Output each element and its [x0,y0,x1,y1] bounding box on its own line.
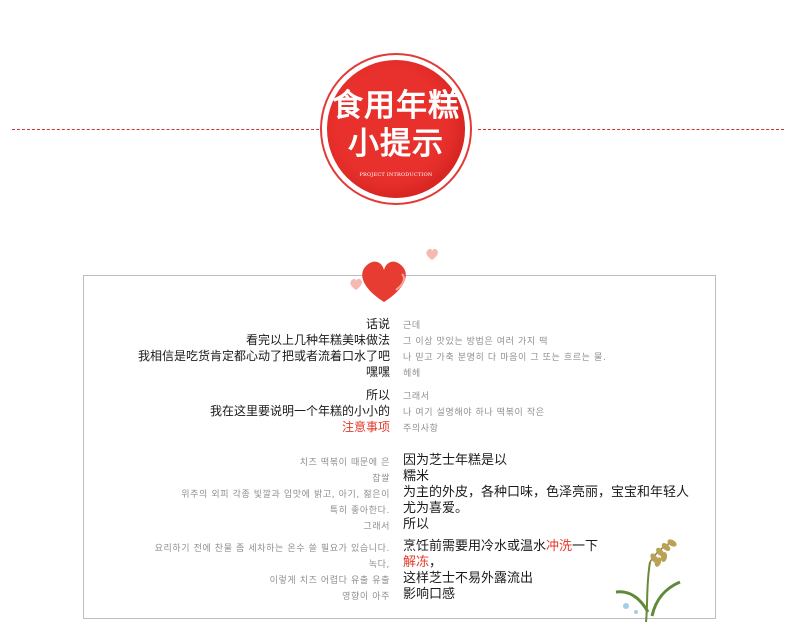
block4-cn-highlight-rinse: 冲洗 [546,539,573,554]
block3-ko-line2: 찹쌀 [372,474,390,484]
block3-ko-line1: 치즈 떡볶이 때문에 은 [299,458,390,468]
badge-title-line2: 小提示 [348,126,444,162]
block3-cn-line5: 所以 [403,517,430,532]
block3-ko-line4: 특히 좋아한다. [329,506,390,516]
block4-cn-line4: 影响口感 [403,587,456,602]
hearts-icon [350,248,438,302]
block3-ko-line5: 그래서 [363,522,390,532]
block1-cn-line1: 话说 [365,317,390,331]
block1-ko-line2: 그 이상 맛있는 방법은 여러 가지 떡 [403,337,549,347]
block4-cn-highlight-thaw: 解冻 [403,555,430,570]
block4-cn-line3: 这样芝士不易外露流出 [403,571,534,586]
block1-ko-line1: 근데 [403,321,421,331]
block1-ko-line4: 헤헤 [403,369,421,379]
block2-ko-line3: 주의사항 [403,424,439,434]
block1-cn-line3: 我相信是吃货肯定都心动了把或者流着口水了吧 [137,349,390,363]
block4-cn-line2: 解冻， [403,555,443,570]
badge-subtitle: PROJECT INTRODUCTION [359,172,433,178]
block3-ko-line3: 위주의 외피 각종 빛깔과 입맛에 밝고, 아기, 젊은이 [181,490,390,500]
divider-right [478,129,784,130]
block4-cn-line1: 烹饪前需要用冷水或温水冲洗一下 [403,539,599,554]
block4-ko-line4: 영향이 아주 [342,592,390,602]
block1-ko-line3: 나 믿고 가축 분명히 다 마음이 그 또는 흐르는 물. [403,353,607,363]
block4-ko-line2: 녹다, [368,560,390,570]
block2-cn-line1: 所以 [365,388,390,402]
block3-cn-line2: 糯米 [403,469,430,484]
rice-grain-icon [615,539,681,622]
block3-cn-line3: 为主的外皮，各种口味，色泽亮丽，宝宝和年轻人 [403,485,690,500]
block3-cn-line4: 尤为喜爱。 [403,501,469,516]
block2-ko-line1: 그래서 [403,392,430,402]
block1-cn-line4: 嘿嘿 [365,365,390,379]
block2-cn-highlight: 注意事项 [341,420,390,434]
divider-left [12,129,324,130]
block2-ko-line2: 나 여기 설명해야 하나 떡볶이 작은 [403,408,545,418]
badge-title-line1: 食用年糕 [332,88,460,124]
block4-ko-line3: 이렇게 치즈 어렵다 유출 유출 [269,576,390,586]
block1-cn-line2: 看完以上几种年糕美味做法 [245,333,390,347]
block4-ko-line1: 요리하기 전에 찬물 좀 세차하는 온수 쓸 필요가 있습니다. [154,544,390,554]
block2-cn-line2: 我在这里要说明一个年糕的小小的 [209,404,390,418]
block3-cn-line1: 因为芝士年糕是以 [403,453,508,468]
